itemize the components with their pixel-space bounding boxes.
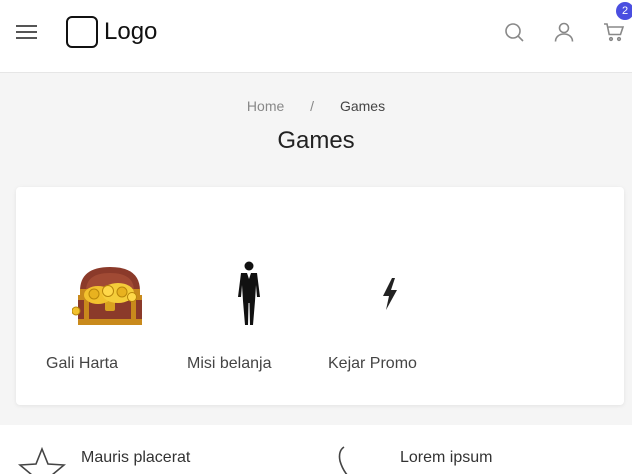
treasure-chest-icon [72, 259, 148, 329]
lightning-bolt-icon [378, 259, 402, 329]
cart-icon[interactable] [602, 20, 626, 44]
logo-text: Logo [104, 18, 158, 45]
phone-icon [336, 445, 366, 474]
star-icon [17, 446, 67, 474]
game-label: Misi belanja [187, 355, 272, 372]
games-card: Gali Harta Misi belanja Kejar Promo [16, 187, 624, 405]
breadcrumb-home-link[interactable]: Home [247, 98, 284, 114]
feature-title: Mauris placerat [81, 449, 191, 466]
logo[interactable]: Logo [66, 16, 157, 48]
logo-box-icon [66, 16, 98, 48]
user-icon[interactable] [552, 20, 576, 44]
game-item-gali-harta[interactable]: Gali Harta [46, 187, 176, 405]
page-title: Games [277, 127, 355, 154]
game-label: Kejar Promo [328, 355, 417, 372]
feature-item: Mauris placerat [16, 425, 316, 474]
game-label: Gali Harta [46, 355, 119, 372]
game-item-misi-belanja[interactable]: Misi belanja [187, 187, 317, 405]
cart-count-badge: 2 [616, 2, 632, 20]
header: Logo 2 [0, 0, 632, 73]
feature-title: Lorem ipsum [400, 449, 493, 466]
breadcrumb-current: Games [339, 98, 386, 114]
game-item-kejar-promo[interactable]: Kejar Promo [328, 187, 458, 405]
businessman-silhouette-icon [233, 259, 265, 329]
breadcrumb-separator: / [310, 98, 315, 114]
breadcrumb: Home / Games [0, 98, 632, 114]
hamburger-menu-icon[interactable] [14, 22, 40, 42]
feature-item: Lorem ipsum [330, 425, 632, 474]
search-icon[interactable] [502, 20, 526, 44]
